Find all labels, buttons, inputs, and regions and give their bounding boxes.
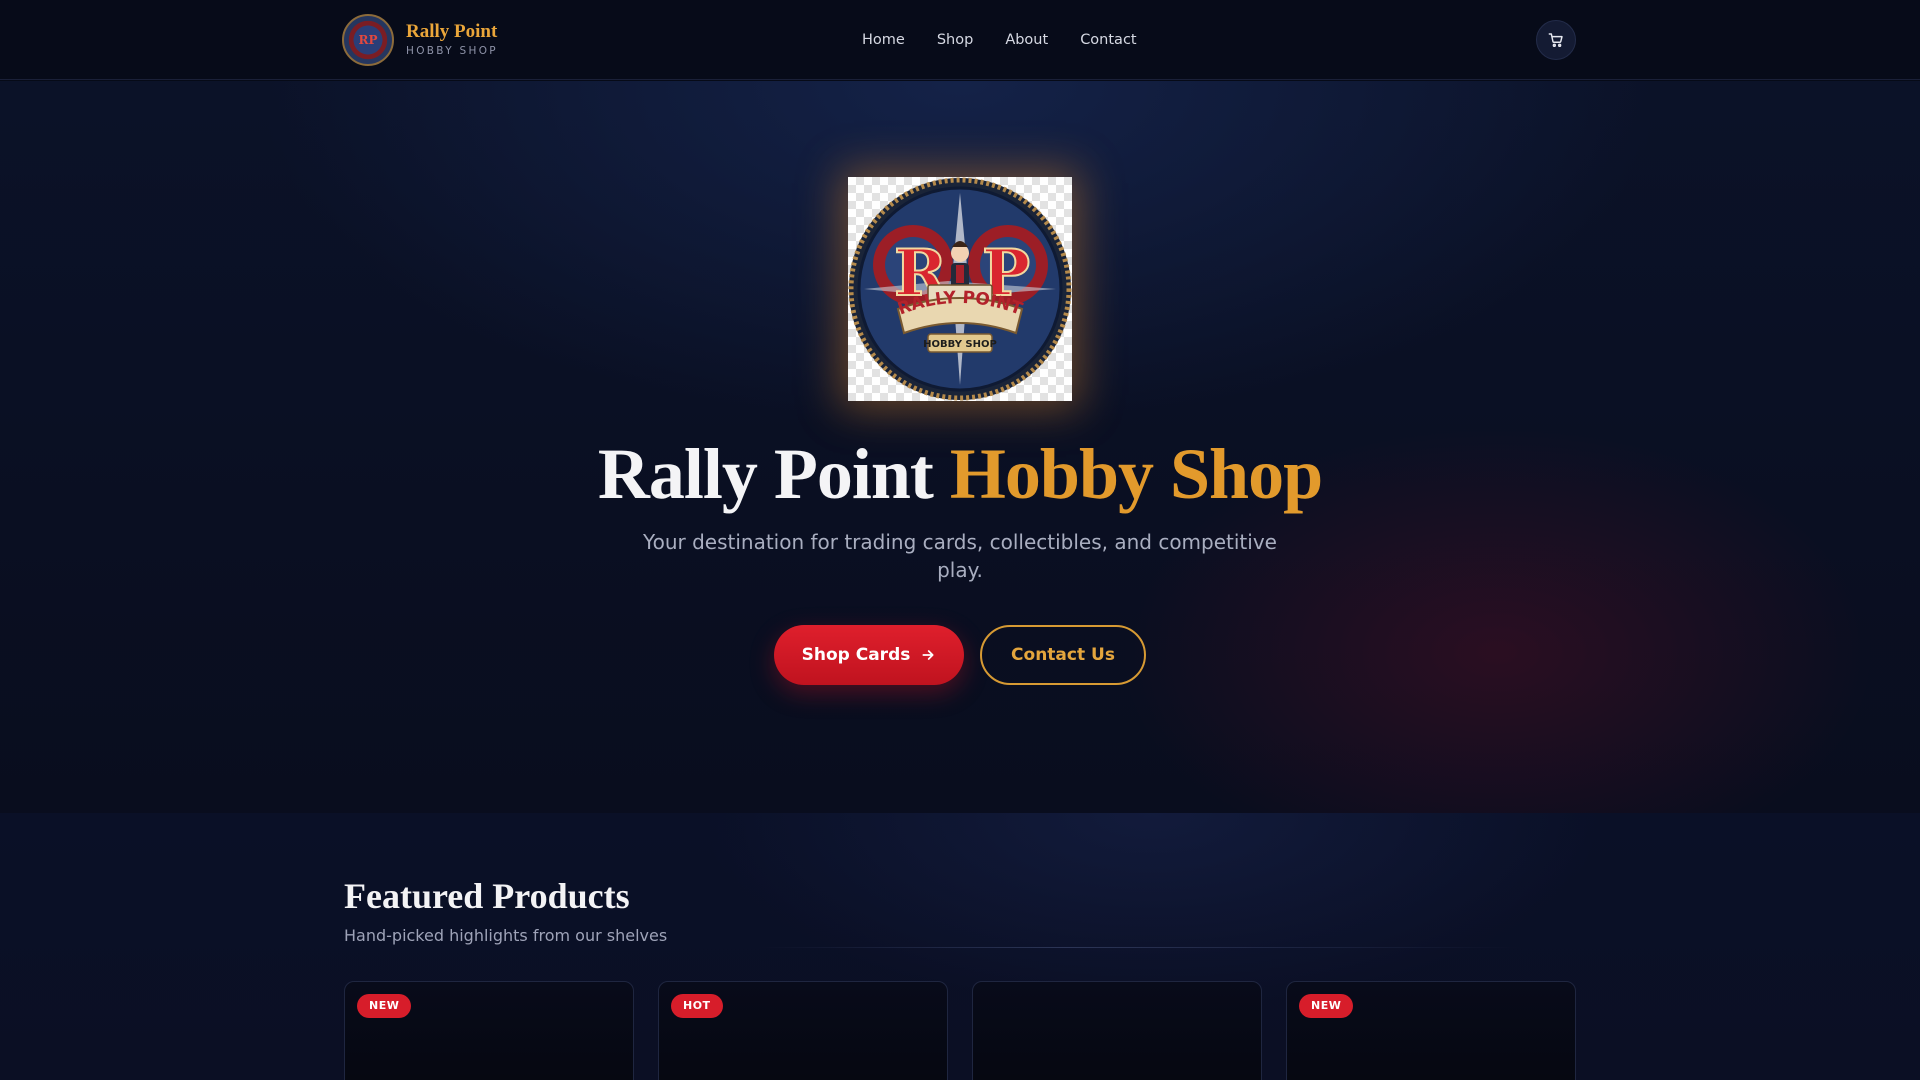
cart-icon: [1548, 33, 1563, 48]
product-card[interactable]: NEW: [1286, 981, 1576, 1080]
featured-products-section: Featured Products Hand-picked highlights…: [0, 813, 1920, 1080]
shop-cards-button[interactable]: Shop Cards: [774, 625, 964, 685]
product-badge-new: NEW: [357, 994, 412, 1018]
featured-divider: [760, 947, 1520, 948]
nav-links: Home Shop About Contact: [862, 0, 1137, 80]
nav-link-about[interactable]: About: [1005, 32, 1048, 48]
hero-title-accent: Hobby Shop: [949, 434, 1323, 514]
brand-tagline: HOBBY SHOP: [406, 45, 498, 57]
nav-link-shop[interactable]: Shop: [937, 32, 973, 48]
featured-subtitle: Hand-picked highlights from our shelves: [344, 926, 668, 945]
hero-title-main: Rally Point: [597, 434, 934, 514]
product-badge-new: NEW: [1299, 994, 1354, 1018]
hero-section: R P RALLY POINT HOBBY SHOP Rally Point H…: [0, 81, 1920, 813]
hero-subtitle: Your destination for trading cards, coll…: [643, 530, 1277, 582]
nav-link-contact[interactable]: Contact: [1080, 32, 1136, 48]
featured-title: Featured Products: [344, 876, 630, 916]
contact-us-button[interactable]: Contact Us: [980, 625, 1146, 685]
product-card[interactable]: [972, 981, 1262, 1080]
top-navbar: RP Rally Point HOBBY SHOP Home Shop Abou…: [0, 0, 1920, 80]
product-card[interactable]: HOT: [658, 981, 948, 1080]
brand-emblem-icon: RP: [342, 14, 394, 66]
hero-title: Rally Point Hobby Shop: [0, 431, 1920, 517]
hero-logo-image: R P RALLY POINT HOBBY SHOP: [848, 177, 1072, 401]
arrow-right-icon: [922, 650, 934, 660]
nav-link-home[interactable]: Home: [862, 32, 905, 48]
brand-emblem-initials: RP: [358, 33, 378, 47]
cart-button[interactable]: [1536, 20, 1576, 60]
emblem-ribbon-subtext: HOBBY SHOP: [923, 339, 997, 350]
product-badge-hot: HOT: [671, 994, 723, 1018]
rally-point-emblem-icon: R P RALLY POINT HOBBY SHOP: [848, 177, 1072, 401]
brand-logo-link[interactable]: RP Rally Point HOBBY SHOP: [342, 14, 498, 66]
brand-name: Rally Point: [406, 21, 498, 42]
brand-text: Rally Point HOBBY SHOP: [406, 21, 498, 59]
shop-cards-label: Shop Cards: [801, 645, 911, 665]
product-card[interactable]: NEW: [344, 981, 634, 1080]
